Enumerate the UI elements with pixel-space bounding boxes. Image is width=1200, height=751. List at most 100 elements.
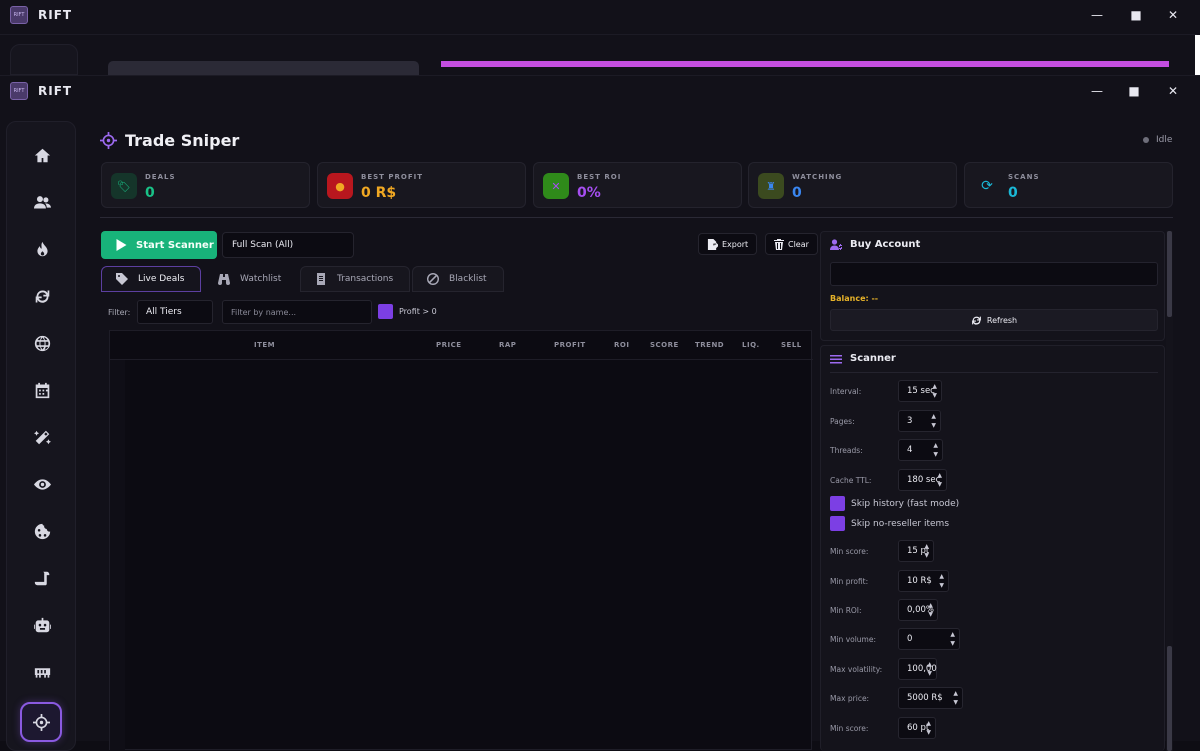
maximize-button[interactable]: ■	[1116, 76, 1152, 106]
spinner-arrows-icon[interactable]: ▲ ▼	[927, 660, 932, 678]
close-button[interactable]: ✕	[1155, 76, 1191, 106]
refresh-icon: ⟳	[981, 178, 993, 194]
min-score-2-label: Min score:	[830, 723, 869, 733]
percent-icon: ✕	[543, 173, 569, 199]
col-item[interactable]: ITEM	[254, 341, 275, 349]
cache-ttl-label: Cache TTL:	[830, 475, 872, 485]
cache-ttl-spinbox[interactable]: 180 sec ▲ ▼	[898, 469, 947, 491]
stat-card-watching: ♜ WATCHING 0	[748, 162, 957, 208]
start-scanner-button[interactable]: Start Scanner	[101, 231, 217, 259]
spinner-arrows-icon[interactable]: ▲ ▼	[950, 630, 955, 648]
balance-text: Balance: --	[830, 294, 879, 303]
min-profit-row: Min profit: 10 R$ ▲ ▼	[830, 570, 949, 592]
nav-sync[interactable]	[27, 281, 57, 311]
app-name: RIFT	[38, 84, 73, 98]
skip-history-option[interactable]: Skip history (fast mode)	[830, 496, 959, 511]
stat-card-scans: ⟳ SCANS 0	[964, 162, 1173, 208]
tab-live-deals[interactable]: Live Deals	[101, 266, 201, 292]
min-roi-row: Min ROI: 0,00% ▲ ▼	[830, 599, 938, 621]
back-panel	[108, 61, 419, 75]
nav-calendar[interactable]	[27, 375, 57, 405]
min-volume-spinbox[interactable]: 0 ▲ ▼	[898, 628, 960, 650]
pages-spinbox[interactable]: 3 ▲ ▼	[898, 410, 941, 432]
scanner-card: Scanner Interval: 15 sec ▲ ▼ Pages: 3 ▲ ▼ Th…	[820, 345, 1165, 751]
scroll-icon	[34, 571, 49, 585]
tab-transactions[interactable]: Transactions	[300, 266, 410, 292]
nav-globe[interactable]	[27, 328, 57, 358]
page-title: Trade Sniper	[100, 131, 239, 150]
refresh-button[interactable]: Refresh	[830, 309, 1158, 331]
col-roi[interactable]: ROI	[614, 341, 629, 349]
spinner-arrows-icon[interactable]: ▲ ▼	[937, 471, 942, 489]
profit-filter[interactable]: Profit > 0	[378, 304, 437, 319]
nav-scroll[interactable]	[27, 563, 57, 593]
account-select[interactable]	[830, 262, 1158, 286]
col-trend[interactable]: TREND	[695, 341, 724, 349]
nav-cookie[interactable]	[27, 516, 57, 546]
nav-robot[interactable]	[27, 610, 57, 640]
col-profit[interactable]: PROFIT	[554, 341, 586, 349]
crosshair-icon	[32, 713, 50, 731]
tab-watchlist[interactable]: Watchlist	[203, 266, 298, 292]
max-price-spinbox[interactable]: 5000 R$ ▲ ▼	[898, 687, 963, 709]
stat-label: BEST ROI	[577, 173, 622, 181]
minimize-button[interactable]: —	[1079, 76, 1115, 106]
spinner-arrows-icon[interactable]: ▲ ▼	[924, 542, 929, 560]
export-button[interactable]: Export	[698, 233, 758, 255]
back-titlebar: RIFT RIFT	[0, 0, 1200, 30]
stat-value: 0%	[577, 185, 601, 201]
nav-users[interactable]	[27, 187, 57, 217]
spinner-arrows-icon[interactable]: ▲ ▼	[932, 382, 937, 400]
threads-spinbox[interactable]: 4 ▲ ▼	[898, 439, 943, 461]
close-button[interactable]: ✕	[1155, 0, 1191, 30]
col-liq[interactable]: LIQ.	[742, 341, 760, 349]
interval-spinbox[interactable]: 15 sec ▲ ▼	[898, 380, 942, 402]
skip-history-checkbox[interactable]	[830, 496, 845, 511]
right-panel-scrollbar[interactable]	[1166, 231, 1173, 751]
filter-name-input[interactable]	[222, 300, 372, 324]
skip-no-reseller-checkbox[interactable]	[830, 516, 845, 531]
deals-table: ITEM PRICE RAP PROFIT ROI SCORE TREND LI…	[109, 330, 813, 750]
ban-icon	[427, 273, 439, 285]
min-profit-spinbox[interactable]: 10 R$ ▲ ▼	[898, 570, 949, 592]
spinner-arrows-icon[interactable]: ▲ ▼	[953, 689, 958, 707]
min-score-spinbox[interactable]: 15 pt ▲ ▼	[898, 540, 934, 562]
nav-trade-sniper[interactable]	[20, 702, 62, 742]
col-sell[interactable]: SELL	[781, 341, 802, 349]
min-volume-label: Min volume:	[830, 634, 877, 644]
min-volume-row: Min volume: 0 ▲ ▼	[830, 628, 960, 650]
tab-blacklist[interactable]: Blacklist	[412, 266, 504, 292]
maximize-button[interactable]: ■	[1118, 0, 1154, 30]
nav-fire[interactable]	[27, 234, 57, 264]
coins-icon: ●	[327, 173, 353, 199]
spinner-arrows-icon[interactable]: ▲ ▼	[928, 601, 933, 619]
pages-row: Pages: 3 ▲ ▼	[830, 410, 941, 432]
min-score-2-spinbox[interactable]: 60 pt ▲ ▼	[898, 717, 936, 739]
nav-memory[interactable]	[27, 657, 57, 687]
nav-eye[interactable]	[27, 469, 57, 499]
clear-button[interactable]: Clear	[765, 233, 818, 255]
globe-icon	[34, 335, 50, 351]
profit-checkbox[interactable]	[378, 304, 393, 319]
table-row-rail	[110, 360, 125, 750]
col-price[interactable]: PRICE	[436, 341, 462, 349]
scrollbar-thumb-lower[interactable]	[1167, 646, 1172, 751]
spinner-arrows-icon[interactable]: ▲ ▼	[926, 719, 931, 737]
tab-label: Watchlist	[240, 274, 282, 284]
max-volatility-spinbox[interactable]: 100,00 ▲ ▼	[898, 658, 937, 680]
nav-magic[interactable]	[27, 422, 57, 452]
minimize-button[interactable]: —	[1079, 0, 1115, 30]
min-roi-spinbox[interactable]: 0,00% ▲ ▼	[898, 599, 938, 621]
spinner-arrows-icon[interactable]: ▲ ▼	[939, 572, 944, 590]
app-name: RIFT	[38, 8, 73, 22]
spinner-arrows-icon[interactable]: ▲ ▼	[933, 441, 938, 459]
nav-home[interactable]	[27, 140, 57, 170]
tier-select[interactable]: All Tiers	[137, 300, 213, 324]
col-rap[interactable]: RAP	[499, 341, 516, 349]
scan-mode-select[interactable]: Full Scan (All)	[222, 232, 354, 258]
scanner-separator	[830, 372, 1158, 373]
scrollbar-thumb[interactable]	[1167, 231, 1172, 317]
col-score[interactable]: SCORE	[650, 341, 679, 349]
spinner-arrows-icon[interactable]: ▲ ▼	[931, 412, 936, 430]
skip-no-reseller-option[interactable]: Skip no-reseller items	[830, 516, 949, 531]
